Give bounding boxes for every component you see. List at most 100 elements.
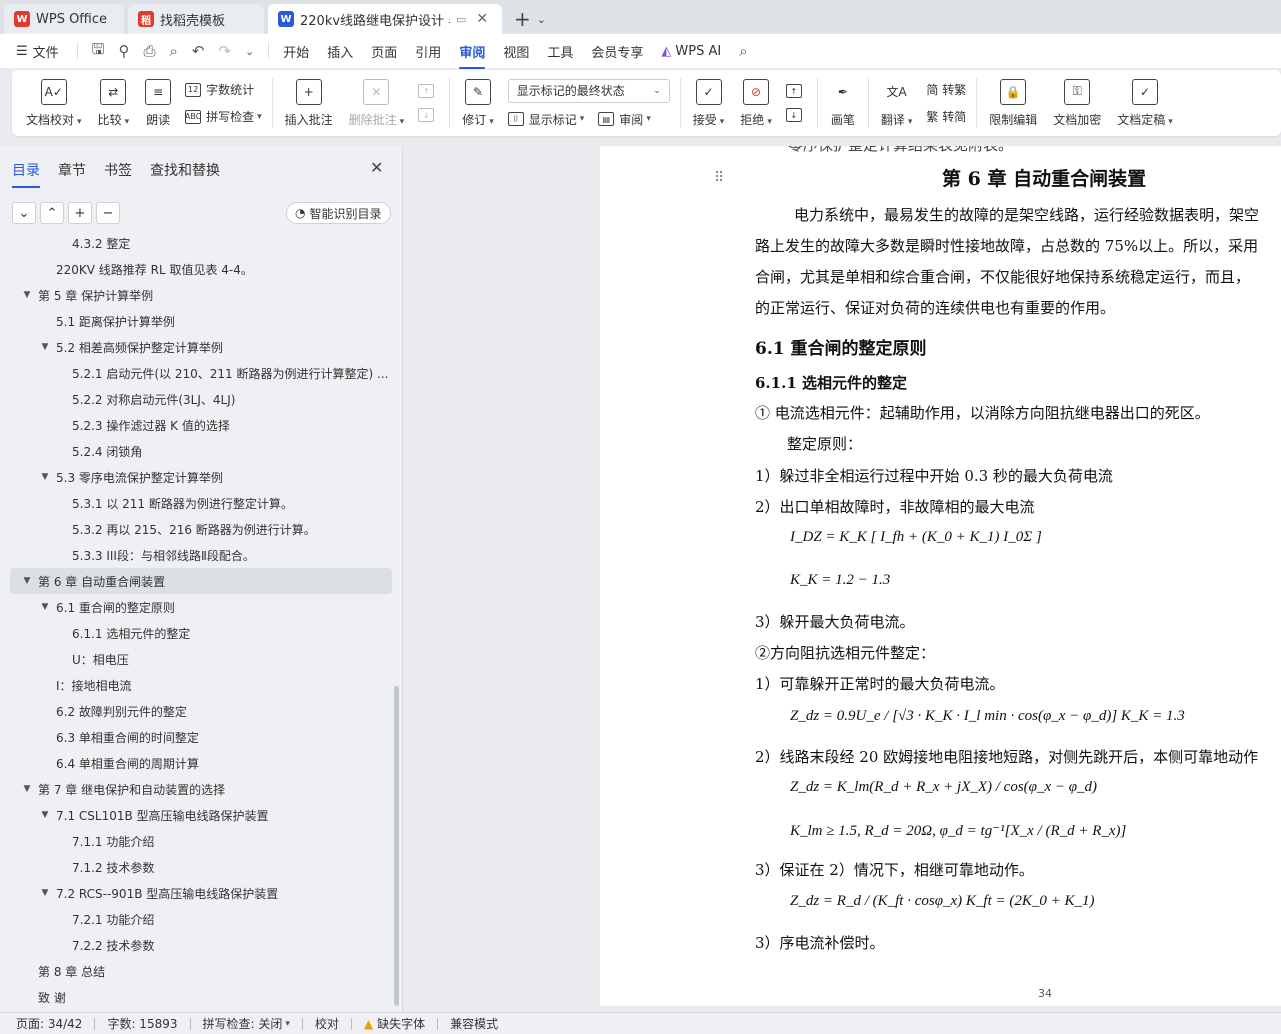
nav-tab[interactable]: 目录	[12, 160, 40, 188]
toc-item[interactable]: ▼ 7.1 CSL101B 型高压输电线路保护装置	[10, 802, 392, 828]
menu-item[interactable]: 会员专享	[591, 42, 643, 61]
toc-item[interactable]: 6.2 故障判别元件的整定	[10, 698, 392, 724]
expand-toggle-icon[interactable]: ▼	[20, 784, 34, 794]
toc-item[interactable]: U：相电压	[10, 646, 392, 672]
toc-item[interactable]: 7.2.2 技术参数	[10, 932, 392, 958]
toc-item[interactable]: 4.3.2 整定	[10, 234, 392, 256]
accept-button[interactable]: ✓ 接受 ▾	[685, 73, 733, 133]
expand-toggle-icon[interactable]: ▼	[38, 472, 52, 482]
toc-item[interactable]: 第 8 章 总结	[10, 958, 392, 984]
menu-item[interactable]: 插入	[327, 42, 353, 61]
file-menu[interactable]: ☰ 文件	[16, 42, 59, 61]
read-aloud-button[interactable]: ≡ 朗读	[137, 73, 179, 133]
word-count-indicator[interactable]: 字数: 15893	[107, 1015, 177, 1032]
new-tab-button[interactable]: + ⌄	[506, 4, 554, 34]
link-icon[interactable]: ⚲	[118, 42, 129, 60]
next-comment-button[interactable]: ↓	[418, 108, 439, 122]
collapse-button[interactable]: ⌄	[12, 202, 36, 224]
encrypt-button[interactable]: ⚿ 文档加密	[1045, 73, 1109, 133]
toc-item[interactable]: 致 谢	[10, 984, 392, 1010]
toc-item[interactable]: 6.1.1 选相元件的整定	[10, 620, 392, 646]
expand-toggle-icon[interactable]: ▼	[20, 576, 34, 586]
nav-tab[interactable]: 章节	[58, 160, 86, 188]
print-preview-icon[interactable]: ⌕	[169, 42, 177, 60]
finalize-button[interactable]: ✓ 文档定稿 ▾	[1109, 73, 1181, 133]
proofread-button[interactable]: 校对	[315, 1015, 339, 1032]
drag-handle-icon[interactable]: ⠿	[714, 170, 724, 186]
menu-item[interactable]: 引用	[415, 42, 441, 61]
expand-toggle-icon[interactable]: ▼	[38, 342, 52, 352]
insert-comment-button[interactable]: + 插入批注	[277, 73, 341, 133]
menu-item[interactable]: 视图	[503, 42, 529, 61]
menu-item[interactable]: 开始	[283, 42, 309, 61]
smart-toc-button[interactable]: ◔ 智能识别目录	[286, 202, 391, 224]
print-icon[interactable]: ⎙	[143, 42, 155, 60]
toc-item[interactable]: 7.2.1 功能介绍	[10, 906, 392, 932]
toc-item[interactable]: 6.4 单相重合闸的周期计算	[10, 750, 392, 776]
to-simplified-button[interactable]: 繁 转简	[926, 108, 966, 125]
page-indicator[interactable]: 页面: 34/42	[16, 1015, 82, 1032]
markup-state-select[interactable]: 显示标记的最终状态 ⌄	[507, 78, 670, 103]
toc-item[interactable]: 5.2.3 操作滤过器 K 值的选择	[10, 412, 392, 438]
tab-template[interactable]: 稻 找稻壳模板	[128, 4, 264, 34]
word-count-button[interactable]: 12 字数统计	[185, 81, 262, 98]
undo-icon[interactable]: ↶	[192, 42, 205, 60]
toc-item[interactable]: ▼ 第 5 章 保护计算举例	[10, 282, 392, 308]
close-icon[interactable]: ✕	[476, 11, 488, 27]
next-revision-button[interactable]: ↓	[785, 108, 807, 122]
expand-toggle-icon[interactable]: ▼	[20, 290, 34, 300]
document-page[interactable]: 零序保护整定计算结果表见附表。 第 6 章 自动重合闸装置 电力系统中，最易发生…	[600, 146, 1281, 1006]
show-markup-button[interactable]: ⌷ 显示标记 ▾	[507, 111, 584, 128]
previous-revision-button[interactable]: ↑	[785, 84, 807, 98]
restrict-edit-button[interactable]: 🔒 限制编辑	[981, 73, 1045, 133]
close-icon[interactable]: ✕	[370, 158, 383, 177]
nav-tab[interactable]: 查找和替换	[150, 160, 220, 188]
wps-ai-menu[interactable]: ◭ WPS AI	[661, 44, 721, 59]
revise-button[interactable]: ✎ 修订 ▾	[454, 73, 502, 133]
save-icon[interactable]: 🖫	[92, 39, 105, 64]
toc-scrollbar[interactable]	[394, 686, 399, 1006]
toc-item[interactable]: ▼ 第 7 章 继电保护和自动装置的选择	[10, 776, 392, 802]
toc-item[interactable]: 5.3.3 III段：与相邻线路Ⅱ段配合。	[10, 542, 392, 568]
toc-item[interactable]: ▼ 第 6 章 自动重合闸装置	[10, 568, 392, 594]
toc-item[interactable]: 7.1.2 技术参数	[10, 854, 392, 880]
toc-item[interactable]: ▼ 7.2 RCS--901B 型高压输电线路保护装置	[10, 880, 392, 906]
to-traditional-button[interactable]: 简 转繁	[926, 81, 966, 98]
add-heading-button[interactable]: +	[68, 202, 92, 224]
redo-icon[interactable]: ↷	[218, 42, 231, 60]
tab-wps-office[interactable]: W WPS Office	[4, 4, 124, 34]
search-icon[interactable]: ⌕	[739, 42, 747, 60]
toc-item[interactable]: 220KV 线路推荐 RL 取值见表 4-4。	[10, 256, 392, 282]
expand-toggle-icon[interactable]: ▼	[38, 602, 52, 612]
expand-toggle-icon[interactable]: ▼	[38, 810, 52, 820]
toc-item[interactable]: 5.2.2 对称启动元件(3LJ、4LJ)	[10, 386, 392, 412]
toc-item[interactable]: 5.2.4 闭锁角	[10, 438, 392, 464]
menu-item[interactable]: 工具	[547, 42, 573, 61]
review-pane-button[interactable]: ▤ 审阅 ▾	[598, 111, 651, 128]
toc-item[interactable]: 6.3 单相重合闸的时间整定	[10, 724, 392, 750]
toc-item[interactable]: 5.2.1 启动元件(以 210、211 断路器为例进行计算整定) ...	[10, 360, 392, 386]
toc-item[interactable]: I：接地相电流	[10, 672, 392, 698]
delete-comment-button[interactable]: ✕ 删除批注 ▾	[341, 73, 413, 133]
translate-button[interactable]: 文A 翻译 ▾	[873, 73, 921, 133]
chevron-down-icon[interactable]: ⌄	[245, 45, 254, 58]
nav-tab[interactable]: 书签	[104, 160, 132, 188]
missing-font-button[interactable]: ▲ 缺失字体	[364, 1015, 425, 1032]
toc-item[interactable]: ▼ 6.1 重合闸的整定原则	[10, 594, 392, 620]
tab-document[interactable]: W 220kv线路继电保护设计 毕业 ▭ ✕	[268, 4, 502, 34]
toc-item[interactable]: 7.1.1 功能介绍	[10, 828, 392, 854]
toc-item[interactable]: ▼ 5.2 相差高频保护整定计算举例	[10, 334, 392, 360]
compare-button[interactable]: ⇄ 比较 ▾	[90, 73, 138, 133]
doc-check-button[interactable]: A✓ 文档校对 ▾	[18, 73, 90, 133]
expand-toggle-icon[interactable]: ▼	[38, 888, 52, 898]
previous-comment-button[interactable]: ↑	[418, 84, 439, 98]
menu-item[interactable]: 审阅	[459, 42, 486, 69]
toc-item[interactable]: 5.3.1 以 211 断路器为例进行整定计算。	[10, 490, 392, 516]
expand-button[interactable]: ⌃	[40, 202, 64, 224]
toc-item[interactable]: ▼ 5.3 零序电流保护整定计算举例	[10, 464, 392, 490]
spell-check-status[interactable]: 拼写检查: 关闭 ▾	[203, 1015, 290, 1032]
spell-check-button[interactable]: ABC 拼写检查 ▾	[185, 108, 262, 125]
reject-button[interactable]: ⊘ 拒绝 ▾	[732, 73, 780, 133]
toc-item[interactable]: 5.3.2 再以 215、216 断路器为例进行计算。	[10, 516, 392, 542]
menu-item[interactable]: 页面	[371, 42, 397, 61]
